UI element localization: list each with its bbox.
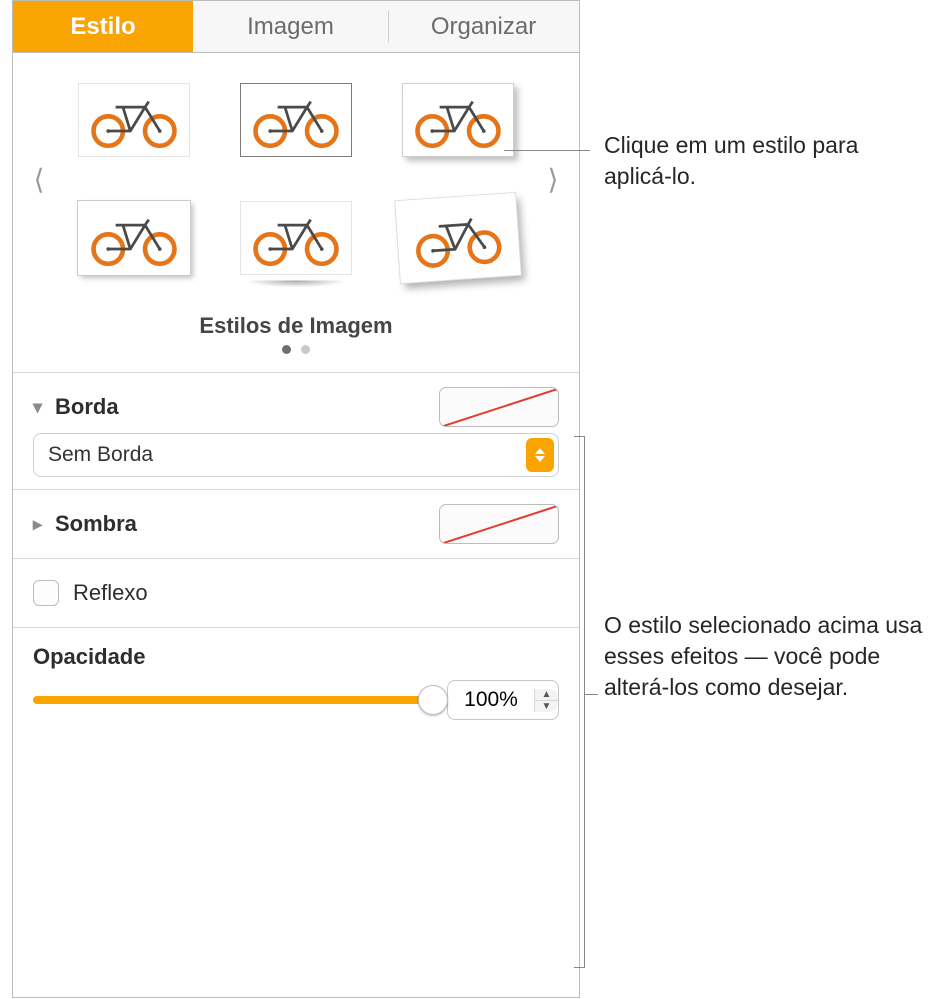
styles-page-indicator [25,345,567,354]
reflection-label: Reflexo [73,580,148,606]
tab-style-label: Estilo [70,13,135,41]
tab-image-label: Imagem [247,13,334,41]
callout-text: Clique em um estilo para aplicá-lo. [604,132,858,189]
opacity-stepper: ▲ ▼ [534,689,558,712]
image-style-preview [402,83,514,157]
border-type-value: Sem Borda [48,443,153,467]
tab-style[interactable]: Estilo [13,1,193,52]
border-type-select[interactable]: Sem Borda [33,433,559,477]
callout-bracket-tick [574,967,584,968]
styles-next-button[interactable]: ⟩ [539,163,567,196]
styles-prev-button[interactable]: ⟨ [25,163,53,196]
page-dot[interactable] [301,345,310,354]
image-style-thumb[interactable] [389,81,527,159]
callout-leader-line [504,150,590,151]
border-section: ▾ Borda Sem Borda [13,372,579,489]
opacity-section: Opacidade ▲ ▼ [13,627,579,732]
bicycle-icon [250,209,342,267]
image-style-preview [395,193,520,283]
callout-leader-line [584,694,598,695]
image-style-thumb[interactable] [227,81,365,159]
opacity-slider-track [33,696,433,704]
callout-effects: O estilo selecionado acima usa esses efe… [604,610,924,703]
shadow-label: Sombra [55,511,137,537]
image-style-preview [78,201,190,275]
chevron-right-icon: ⟩ [548,163,559,196]
bicycle-icon [410,206,506,270]
chevron-right-icon[interactable]: ▸ [33,514,47,535]
shadow-section: ▸ Sombra [13,489,579,558]
opacity-step-up[interactable]: ▲ [535,689,558,701]
chevron-down-icon[interactable]: ▾ [33,397,47,418]
border-label: Borda [55,394,119,420]
callout-text: O estilo selecionado acima usa esses efe… [604,612,922,700]
image-style-preview [78,83,190,157]
image-style-thumb[interactable] [227,199,365,277]
image-style-thumb[interactable] [386,194,529,281]
image-style-preview [240,83,352,157]
image-style-grid [53,81,539,277]
tab-image[interactable]: Imagem [193,1,388,52]
opacity-value-input[interactable] [448,687,534,713]
opacity-step-down[interactable]: ▼ [535,701,558,712]
border-style-swatch[interactable] [439,387,559,427]
callout-bracket-tick [574,436,584,437]
opacity-value-box: ▲ ▼ [447,680,559,720]
bicycle-icon [88,209,180,267]
opacity-label: Opacidade [33,644,145,670]
callout-style-click: Clique em um estilo para aplicá-lo. [604,130,914,192]
bicycle-icon [412,91,504,149]
callout-bracket [584,436,585,968]
reflection-checkbox[interactable] [33,580,59,606]
page-dot[interactable] [282,345,291,354]
opacity-slider-thumb[interactable] [418,685,448,715]
select-stepper-icon [526,438,554,472]
image-styles-title: Estilos de Imagem [25,313,567,339]
tab-arrange-label: Organizar [431,13,536,41]
chevron-left-icon: ⟨ [34,163,45,196]
shadow-style-swatch[interactable] [439,504,559,544]
image-style-thumb[interactable] [65,81,203,159]
opacity-slider[interactable] [33,684,433,716]
inspector-tabs: Estilo Imagem Organizar [13,1,579,53]
image-style-preview [240,201,352,275]
reflection-section: Reflexo [13,558,579,627]
tab-arrange[interactable]: Organizar [388,1,579,52]
image-style-thumb[interactable] [65,199,203,277]
bicycle-icon [88,91,180,149]
format-inspector-panel: Estilo Imagem Organizar ⟨ [12,0,580,998]
bicycle-icon [250,91,342,149]
image-styles-area: ⟨ [13,53,579,354]
